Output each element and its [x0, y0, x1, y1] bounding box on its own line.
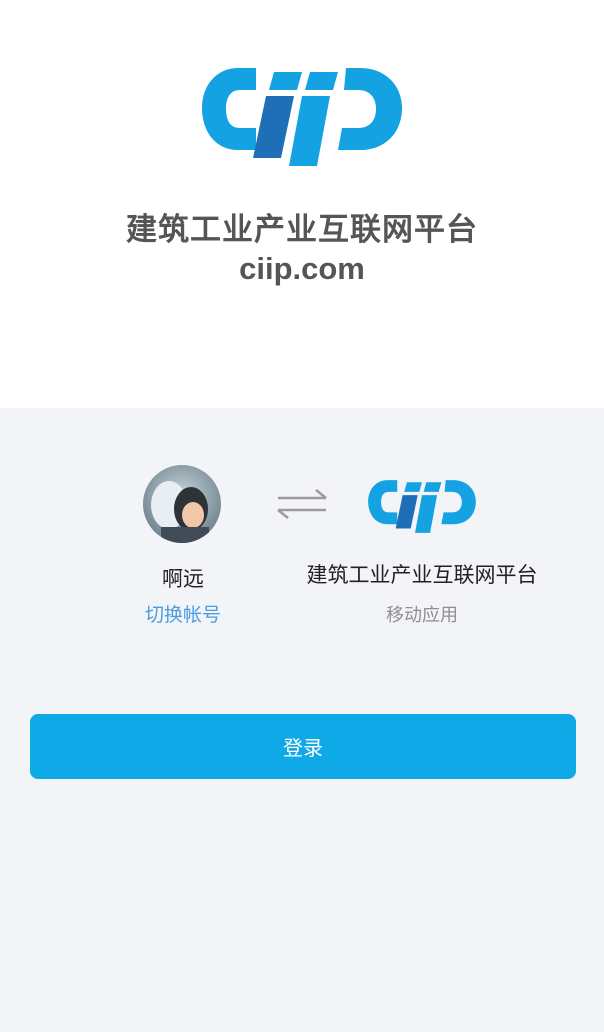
- app-name: 建筑工业产业互联网平台: [306, 563, 538, 587]
- ciip-logo-icon: [368, 480, 476, 533]
- user-name: 啊远: [162, 567, 204, 591]
- ciip-logo-icon: [202, 68, 402, 166]
- login-button[interactable]: 登录: [30, 714, 576, 779]
- platform-title: 建筑工业产业互联网平台: [126, 212, 478, 248]
- platform-domain: ciip.com: [239, 251, 365, 286]
- switch-account-link[interactable]: 切换帐号: [103, 600, 263, 627]
- authorization-page: 建筑工业产业互联网平台 ciip.com 啊远 切换帐号 建筑工业产业互联网平台…: [0, 0, 604, 1032]
- swap-arrows-icon: [277, 489, 327, 519]
- header-section: 建筑工业产业互联网平台 ciip.com: [0, 0, 604, 408]
- app-type-label: 移动应用: [386, 605, 458, 626]
- user-avatar: [143, 465, 221, 543]
